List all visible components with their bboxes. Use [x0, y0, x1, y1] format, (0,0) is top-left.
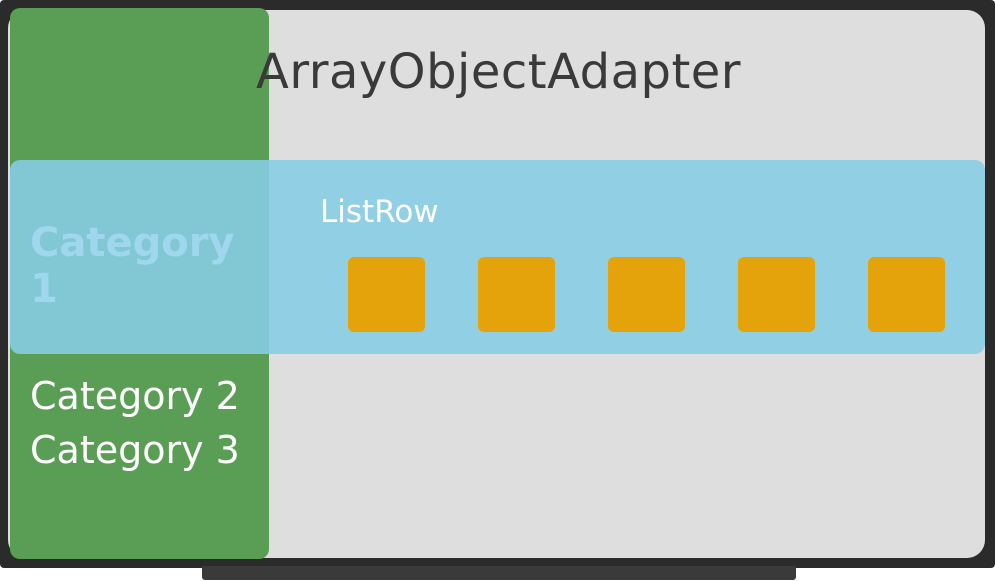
card-item[interactable] [608, 257, 685, 332]
category-item[interactable]: Category 2 [30, 374, 240, 418]
card-item[interactable] [478, 257, 555, 332]
card-item[interactable] [868, 257, 945, 332]
list-row-label: ListRow [320, 194, 439, 230]
category-item-selected[interactable]: Category 1 [30, 220, 260, 312]
diagram-title: ArrayObjectAdapter [256, 44, 742, 100]
category-item[interactable]: Category 3 [30, 428, 240, 472]
card-item[interactable] [738, 257, 815, 332]
tv-stand [202, 566, 796, 580]
card-item[interactable] [348, 257, 425, 332]
